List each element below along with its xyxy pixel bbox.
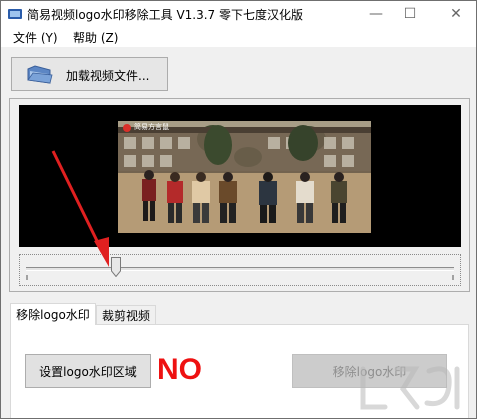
video-frame: 简易方言鼠 [118,121,371,233]
menu-file[interactable]: 文件 (Y) [13,29,58,46]
folder-icon [27,65,53,84]
tab-crop-video[interactable]: 裁剪视频 [96,305,156,325]
site-watermark-logo [360,366,460,410]
menu-bar: 文件 (Y) 帮助 (Z) [1,27,476,47]
load-video-button[interactable]: 加载视频文件... [11,57,168,91]
annotation-no: NO [157,353,202,386]
timeline-slider[interactable] [19,254,461,286]
slider-ticks [26,275,454,280]
window-title: 简易视频logo水印移除工具 V1.3.7 零下七度汉化版 [27,8,304,22]
video-preview[interactable]: 简易方言鼠 [19,105,461,247]
minimize-button[interactable]: — [359,1,393,27]
slider-thumb[interactable] [110,257,121,277]
video-frame-scene [118,121,371,233]
title-bar: 简易视频logo水印移除工具 V1.3.7 零下七度汉化版 — ☐ ✕ [1,1,476,27]
slider-track [26,267,454,271]
watermark-logo-icon [123,124,131,132]
tab-remove-logo[interactable]: 移除logo水印 [10,303,96,325]
set-logo-region-button[interactable]: 设置logo水印区域 [25,354,151,388]
watermark-text: 简易方言鼠 [134,123,169,131]
app-icon [8,9,22,19]
maximize-button[interactable]: ☐ [393,1,427,27]
close-button[interactable]: ✕ [439,1,473,27]
preview-panel: 简易方言鼠 [9,98,470,292]
app-window: 简易视频logo水印移除工具 V1.3.7 零下七度汉化版 — ☐ ✕ 文件 (… [0,0,477,419]
load-video-label: 加载视频文件... [66,69,150,83]
menu-help[interactable]: 帮助 (Z) [73,29,118,46]
